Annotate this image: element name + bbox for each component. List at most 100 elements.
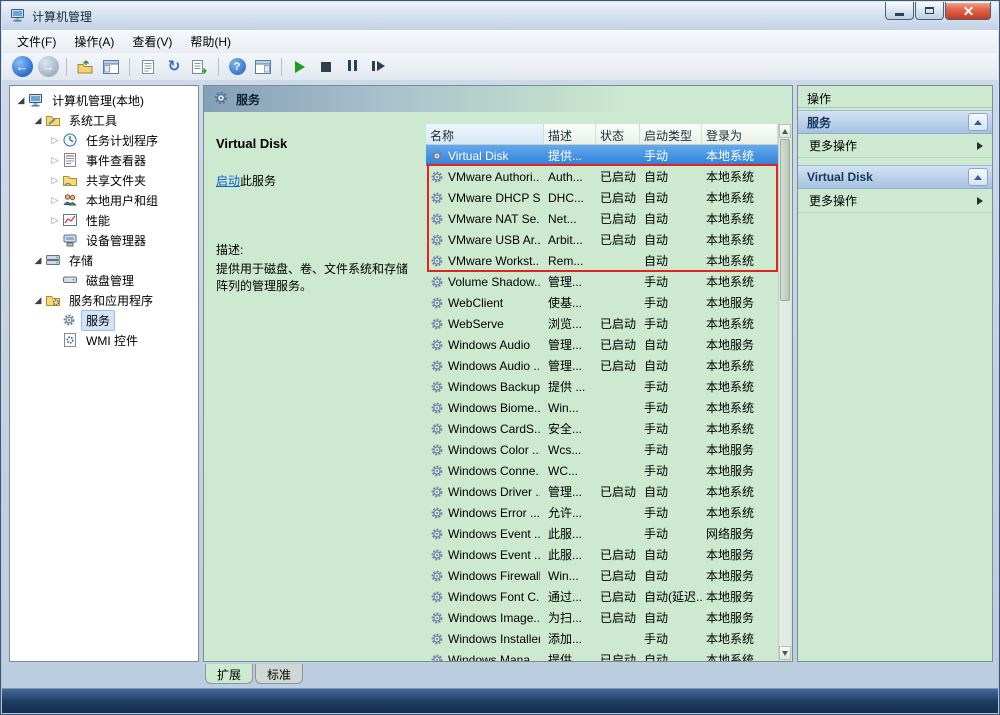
tree-expander-icon[interactable]: ▷: [48, 196, 62, 205]
console-tree-pane: ◢计算机管理(本地)◢系统工具▷任务计划程序▷事件查看器▷共享文件夹▷本地用户和…: [9, 85, 199, 662]
scroll-up-button[interactable]: [779, 124, 791, 138]
minimize-button[interactable]: [885, 2, 914, 20]
properties-button[interactable]: [136, 55, 160, 78]
tree-expander-icon[interactable]: ◢: [31, 296, 45, 305]
table-row[interactable]: Windows Color ...Wcs...手动本地服务: [426, 439, 778, 460]
tree-item-6[interactable]: ▷性能: [10, 210, 198, 230]
forward-button[interactable]: →: [36, 55, 60, 78]
export-list-button[interactable]: [188, 55, 212, 78]
table-row[interactable]: Windows Image...为扫...已启动自动本地服务: [426, 607, 778, 628]
table-row[interactable]: Windows Backup提供 ...手动本地系统: [426, 376, 778, 397]
table-row[interactable]: Windows Error ...允许...手动本地系统: [426, 502, 778, 523]
menu-item-2[interactable]: 查看(V): [123, 30, 181, 53]
table-row[interactable]: Windows Installer添加...手动本地系统: [426, 628, 778, 649]
restart-service-button[interactable]: [366, 55, 390, 78]
service-gear-icon: [430, 149, 444, 163]
table-row[interactable]: Windows Font C...通过...已启动自动(延迟...本地服务: [426, 586, 778, 607]
tree-item-3[interactable]: ▷事件查看器: [10, 150, 198, 170]
table-row[interactable]: Windows Biome...Win...手动本地系统: [426, 397, 778, 418]
tree-expander-icon[interactable]: ▷: [48, 176, 62, 185]
services-banner: 服务: [204, 86, 792, 112]
actions-section-header[interactable]: Virtual Disk: [798, 165, 992, 189]
table-row[interactable]: VMware Authori...Auth...已启动自动本地系统: [426, 166, 778, 187]
back-button[interactable]: ←: [10, 55, 34, 78]
table-row[interactable]: WebServe浏览...已启动手动本地系统: [426, 313, 778, 334]
tree-item-label: 服务: [81, 310, 115, 331]
service-desc: 通过...: [544, 588, 596, 605]
column-header-3[interactable]: 启动类型: [640, 124, 702, 144]
scroll-thumb[interactable]: [780, 139, 790, 301]
menu-item-0[interactable]: 文件(F): [8, 30, 65, 53]
menu-item-1[interactable]: 操作(A): [65, 30, 123, 53]
tree-item-1[interactable]: ◢系统工具: [10, 110, 198, 130]
pause-service-button[interactable]: [340, 55, 364, 78]
column-header-4[interactable]: 登录为: [702, 124, 778, 144]
tree-expander-icon[interactable]: ◢: [31, 116, 45, 125]
collapse-section-button[interactable]: [968, 113, 988, 131]
stop-service-button[interactable]: [314, 55, 338, 78]
table-row[interactable]: Windows CardS...安全...手动本地系统: [426, 418, 778, 439]
more-actions-item[interactable]: 更多操作: [798, 134, 992, 158]
tree-item-0[interactable]: ◢计算机管理(本地): [10, 90, 198, 110]
column-header-2[interactable]: 状态: [596, 124, 640, 144]
service-desc: 为扫...: [544, 609, 596, 626]
table-row[interactable]: Windows Event ...此服...手动网络服务: [426, 523, 778, 544]
table-row[interactable]: Windows Audio管理...已启动自动本地服务: [426, 334, 778, 355]
table-row[interactable]: Windows Driver ...管理...已启动自动本地系统: [426, 481, 778, 502]
table-row[interactable]: VMware USB Ar...Arbit...已启动自动本地系统: [426, 229, 778, 250]
forward-icon: →: [38, 56, 59, 77]
tree-item-4[interactable]: ▷共享文件夹: [10, 170, 198, 190]
close-button[interactable]: [945, 2, 991, 20]
column-header-1[interactable]: 描述: [544, 124, 596, 144]
tree-item-2[interactable]: ▷任务计划程序: [10, 130, 198, 150]
table-row[interactable]: VMware Workst...Rem...自动本地系统: [426, 250, 778, 271]
tree-expander-icon[interactable]: ▷: [48, 156, 62, 165]
tree-item-9[interactable]: 磁盘管理: [10, 270, 198, 290]
tree-expander-icon[interactable]: ◢: [14, 96, 28, 105]
title-bar[interactable]: 计算机管理: [2, 2, 998, 30]
tab-standard[interactable]: 标准: [255, 664, 303, 684]
column-header-0[interactable]: 名称: [426, 124, 544, 144]
tree-item-12[interactable]: WMI 控件: [10, 330, 198, 350]
tree-item-10[interactable]: ◢服务和应用程序: [10, 290, 198, 310]
table-row[interactable]: VMware DHCP S...DHC...已启动自动本地系统: [426, 187, 778, 208]
table-row[interactable]: Virtual Disk提供...手动本地系统: [426, 145, 778, 166]
description-label: 描述:: [216, 241, 414, 258]
actions-section-header[interactable]: 服务: [798, 110, 992, 134]
menu-item-3[interactable]: 帮助(H): [181, 30, 240, 53]
maximize-button[interactable]: [915, 2, 944, 20]
up-level-button[interactable]: [73, 55, 97, 78]
tree-item-5[interactable]: ▷本地用户和组: [10, 190, 198, 210]
table-row[interactable]: Windows Event ...此服...已启动自动本地服务: [426, 544, 778, 565]
collapse-section-button[interactable]: [968, 168, 988, 186]
start-service-link[interactable]: 启动: [216, 174, 240, 188]
services-icon: [62, 313, 81, 327]
task-scheduler-icon: [62, 132, 81, 148]
table-row[interactable]: Windows Audio ...管理...已启动自动本地系统: [426, 355, 778, 376]
table-row[interactable]: Volume Shadow...管理...手动本地系统: [426, 271, 778, 292]
window-frame-bottom: [2, 688, 998, 713]
table-row[interactable]: Windows Mana...提供...已启动自动本地系统: [426, 649, 778, 661]
more-actions-item[interactable]: 更多操作: [798, 189, 992, 213]
table-row[interactable]: WebClient使基...手动本地服务: [426, 292, 778, 313]
tree-expander-icon[interactable]: ◢: [31, 256, 45, 265]
show-console-tree-button[interactable]: [99, 55, 123, 78]
table-row[interactable]: VMware NAT Se...Net...已启动自动本地系统: [426, 208, 778, 229]
service-name: WebClient: [448, 296, 503, 310]
table-row[interactable]: Windows Conne...WC...手动本地服务: [426, 460, 778, 481]
scroll-down-button[interactable]: [779, 646, 791, 660]
tree-expander-icon[interactable]: ▷: [48, 136, 62, 145]
help-button[interactable]: ?: [225, 55, 249, 78]
service-name-cell: Virtual Disk: [426, 149, 544, 163]
service-logon: 本地系统: [702, 252, 778, 269]
vertical-scrollbar[interactable]: [778, 124, 791, 660]
table-row[interactable]: Windows FirewallWin...已启动自动本地服务: [426, 565, 778, 586]
tree-item-11[interactable]: 服务: [10, 310, 198, 330]
tree-item-7[interactable]: 设备管理器: [10, 230, 198, 250]
show-action-pane-button[interactable]: [251, 55, 275, 78]
refresh-button[interactable]: ↻: [162, 55, 186, 78]
tab-extended[interactable]: 扩展: [205, 664, 253, 684]
tree-expander-icon[interactable]: ▷: [48, 216, 62, 225]
tree-item-8[interactable]: ◢存储: [10, 250, 198, 270]
start-service-button[interactable]: [288, 55, 312, 78]
